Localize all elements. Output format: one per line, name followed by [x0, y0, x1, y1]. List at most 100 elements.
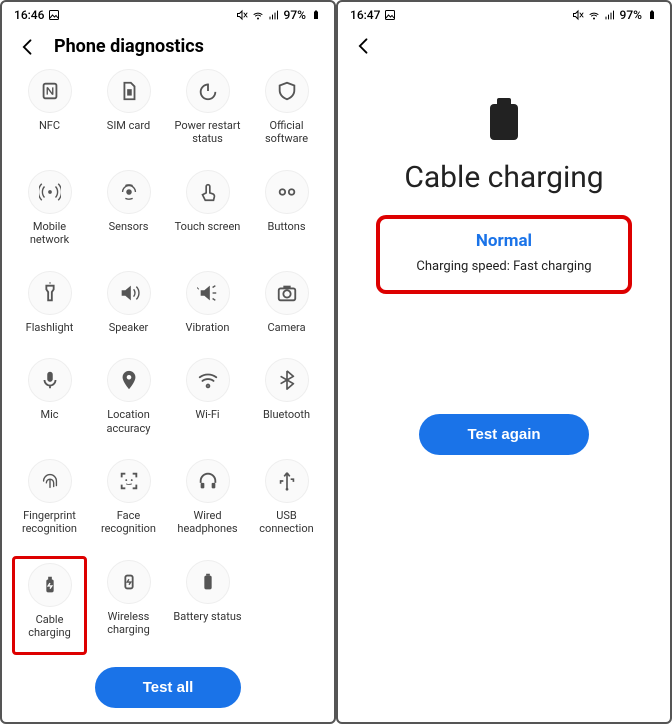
face-icon [107, 459, 151, 503]
diag-item-label: Mic [40, 408, 58, 421]
diag-item-label: Flashlight [26, 321, 74, 334]
diag-item-cable-charging[interactable]: Cable charging [12, 556, 87, 655]
phone-diagnostics-screen: 16:46 97% Phone diagnostics NFC SIM card P… [0, 0, 336, 724]
touch-icon [186, 170, 230, 214]
sensors-icon [107, 170, 151, 214]
result-status: Normal [416, 231, 591, 251]
location-icon [107, 358, 151, 402]
diag-item-label: Camera [267, 321, 305, 334]
diag-item-wifi[interactable]: Wi-Fi [170, 354, 245, 447]
battery-icon [186, 560, 230, 604]
signal-icon [604, 9, 616, 21]
diag-item-nfc[interactable]: NFC [12, 65, 87, 158]
antenna-icon [28, 170, 72, 214]
diag-item-bluetooth[interactable]: Bluetooth [249, 354, 324, 447]
detail-panel: Cable charging Normal Charging speed: Fa… [338, 64, 670, 722]
diag-item-battery[interactable]: Battery status [170, 556, 245, 655]
battery-icon [310, 9, 322, 21]
detail-title: Cable charging [404, 160, 603, 195]
status-bar: 16:47 97% [338, 2, 670, 24]
diag-item-usb[interactable]: USB connection [249, 455, 324, 548]
vibration-icon [186, 271, 230, 315]
status-battery: 97% [620, 8, 642, 22]
picture-icon [48, 9, 60, 21]
mute-icon [236, 9, 248, 21]
wireless-charging-icon [107, 560, 151, 604]
power-icon [186, 69, 230, 113]
status-battery: 97% [284, 8, 306, 22]
diag-item-face[interactable]: Face recognition [91, 455, 166, 548]
header: Phone diagnostics [2, 24, 334, 65]
diag-item-label: Face recognition [93, 509, 164, 535]
diag-item-label: Wired headphones [172, 509, 243, 535]
camera-icon [265, 271, 309, 315]
wifi-icon [588, 9, 600, 21]
cable-charging-icon [490, 104, 518, 140]
diag-item-wireless-charging[interactable]: Wireless charging [91, 556, 166, 655]
flashlight-icon [28, 271, 72, 315]
cable-charging-result-screen: 16:47 97% Cable charging Normal Charging… [336, 0, 672, 724]
test-again-button[interactable]: Test again [419, 414, 588, 455]
diag-item-buttons[interactable]: Buttons [249, 166, 324, 259]
page-title: Phone diagnostics [54, 36, 204, 57]
usb-icon [265, 459, 309, 503]
diag-item-label: Wireless charging [93, 610, 164, 636]
signal-icon [268, 9, 280, 21]
diag-item-label: Speaker [109, 321, 149, 334]
diag-item-mic[interactable]: Mic [12, 354, 87, 447]
diag-item-label: Mobile network [14, 220, 85, 246]
diag-item-label: Sensors [109, 220, 149, 233]
diag-item-fingerprint[interactable]: Fingerprint recognition [12, 455, 87, 548]
diag-item-label: Bluetooth [263, 408, 310, 421]
diag-item-label: Wi-Fi [195, 408, 219, 421]
shield-icon [265, 69, 309, 113]
bluetooth-icon [265, 358, 309, 402]
diag-item-label: Battery status [173, 610, 241, 623]
diag-item-shield[interactable]: Official software [249, 65, 324, 158]
diag-item-touch[interactable]: Touch screen [170, 166, 245, 259]
mic-icon [28, 358, 72, 402]
diag-item-label: Location accuracy [93, 408, 164, 434]
headphones-icon [186, 459, 230, 503]
diag-item-sim[interactable]: SIM card [91, 65, 166, 158]
diag-item-label: Vibration [186, 321, 230, 334]
status-bar: 16:46 97% [2, 2, 334, 24]
diag-item-headphones[interactable]: Wired headphones [170, 455, 245, 548]
diag-item-vibration[interactable]: Vibration [170, 267, 245, 347]
diagnostics-grid: NFC SIM card Power restart status Official … [2, 65, 334, 655]
battery-icon [646, 9, 658, 21]
diag-item-location[interactable]: Location accuracy [91, 354, 166, 447]
wifi-icon [252, 9, 264, 21]
speaker-icon [107, 271, 151, 315]
diag-item-label: Fingerprint recognition [14, 509, 85, 535]
result-detail: Charging speed: Fast charging [416, 259, 591, 274]
diag-item-power[interactable]: Power restart status [170, 65, 245, 158]
diag-item-speaker[interactable]: Speaker [91, 267, 166, 347]
status-time: 16:47 [350, 8, 380, 22]
header [338, 24, 670, 64]
nfc-icon [28, 69, 72, 113]
diag-item-flashlight[interactable]: Flashlight [12, 267, 87, 347]
footer: Test all [2, 655, 334, 722]
diag-item-label: USB connection [251, 509, 322, 535]
diag-item-label: NFC [39, 119, 60, 132]
fingerprint-icon [28, 459, 72, 503]
test-all-button[interactable]: Test all [95, 667, 242, 708]
diag-item-label: Power restart status [172, 119, 243, 145]
diag-item-label: SIM card [107, 119, 150, 132]
result-box: Normal Charging speed: Fast charging [376, 215, 631, 294]
diag-item-label: Cable charging [17, 613, 82, 639]
wifi-icon [186, 358, 230, 402]
buttons-icon [265, 170, 309, 214]
diag-item-label: Buttons [267, 220, 305, 233]
status-time: 16:46 [14, 8, 44, 22]
sim-icon [107, 69, 151, 113]
back-icon[interactable] [354, 36, 374, 56]
diag-item-antenna[interactable]: Mobile network [12, 166, 87, 259]
diag-item-camera[interactable]: Camera [249, 267, 324, 347]
back-icon[interactable] [18, 37, 38, 57]
cable-charging-icon [28, 563, 72, 607]
diag-item-sensors[interactable]: Sensors [91, 166, 166, 259]
diag-item-label: Touch screen [175, 220, 241, 233]
diag-item-label: Official software [251, 119, 322, 145]
